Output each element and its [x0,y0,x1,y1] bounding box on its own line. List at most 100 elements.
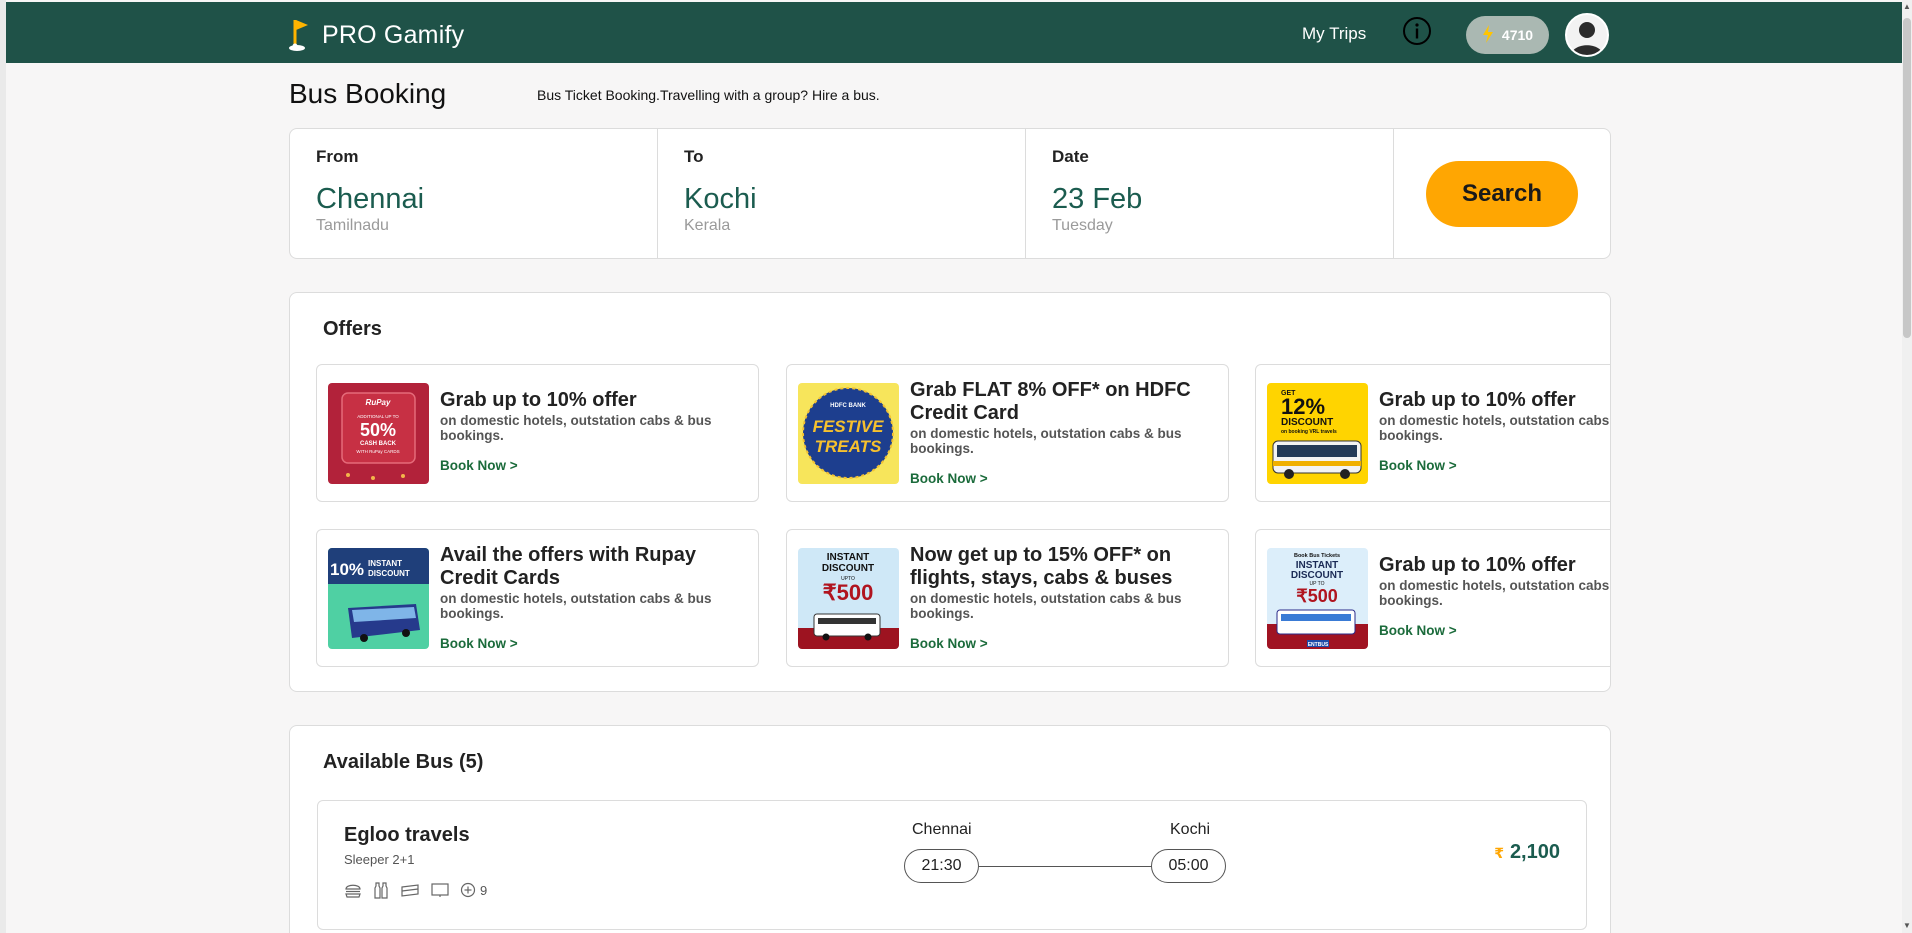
bus-type: Sleeper 2+1 [344,852,415,867]
more-amenities-count: 9 [480,882,488,898]
bus-card[interactable]: Egloo travels Sleeper 2+1 9 Chennai Koch… [317,800,1587,930]
offer-card[interactable]: GET 12% DISCOUNT on booking VRL travels … [1255,364,1610,502]
offer-image-instant-500: INSTANT DISCOUNT UPTO ₹500 [798,548,899,649]
screen-icon [430,881,450,899]
svg-text:WITH RuPay CARDS: WITH RuPay CARDS [356,449,399,454]
svg-text:DISCOUNT: DISCOUNT [1291,570,1343,581]
amenities: 9 [344,881,487,899]
book-now-link[interactable]: Book Now > [440,458,758,473]
svg-text:50%: 50% [360,420,396,440]
from-field[interactable]: From Chennai Tamilnadu [290,129,658,258]
available-bus-title: Available Bus (5) [323,751,484,773]
offer-title: Now get up to 15% OFF* on flights, stays… [910,544,1173,589]
svg-text:DISCOUNT: DISCOUNT [822,563,874,574]
route-line [979,866,1153,867]
book-now-link[interactable]: Book Now > [910,636,1228,651]
blanket-icon [400,881,420,899]
offer-body: Now get up to 15% OFF* on flights, stays… [910,544,1228,651]
scroll-down-arrow-icon[interactable]: ▼ [1903,921,1911,931]
scroll-thumb[interactable] [1903,18,1911,338]
offer-title: Grab up to 10% offer [440,389,637,411]
offer-body: Avail the offers with Rupay Credit Cards… [440,544,758,651]
svg-text:HDFC BANK: HDFC BANK [830,403,866,409]
fare: ₹ 2,100 [1494,841,1560,864]
arrival-time: 05:00 [1151,849,1226,883]
offer-image-vrl-discount: GET 12% DISCOUNT on booking VRL travels [1267,383,1368,484]
svg-text:ENTBUS: ENTBUS [1308,642,1329,648]
svg-text:₹500: ₹500 [1296,586,1337,606]
svg-text:CASH BACK: CASH BACK [360,441,397,447]
date-value: 23 Feb [1052,183,1143,215]
offer-body: Grab up to 10% offer on domestic hotels,… [1379,389,1610,473]
offer-title: Avail the offers with Rupay Credit Cards [440,544,696,589]
user-avatar[interactable] [1565,13,1609,57]
user-avatar-icon [1567,15,1607,55]
svg-text:INSTANT: INSTANT [368,559,402,568]
svg-text:12%: 12% [1281,394,1325,419]
departure-time: 21:30 [904,849,979,883]
svg-text:ADDITIONAL UP TO: ADDITIONAL UP TO [357,414,399,419]
departure-city: Chennai [912,821,972,838]
arrival-city: Kochi [1170,821,1211,838]
lightning-icon [1482,24,1494,46]
offer-body: Grab up to 10% offer on domestic hotels,… [1379,554,1610,638]
offer-image-rupay-instant: 10% INSTANT DISCOUNT [328,548,429,649]
offer-image-rupay-cashback: RuPay ADDITIONAL UP TO 50% CASH BACK WIT… [328,383,429,484]
to-field[interactable]: To Kochi Kerala [658,129,1026,258]
offer-title: Grab up to 10% offer [1379,554,1576,576]
info-icon[interactable] [1402,16,1432,46]
offer-description: on domestic hotels, outstation cabs & bu… [910,591,1182,621]
page-scrollbar[interactable]: ▲ ▼ [1902,0,1912,933]
svg-text:INSTANT: INSTANT [827,552,870,563]
offer-image-entbus: Book Bus Tickets INSTANT DISCOUNT UP TO … [1267,548,1368,649]
offer-title: Grab FLAT 8% OFF* on HDFC Credit Card [910,379,1191,424]
date-weekday: Tuesday [1052,217,1113,234]
to-label: To [684,147,704,166]
bottles-icon [372,881,390,899]
offer-card[interactable]: HDFC BANK FESTIVE TREATS Grab FLAT 8% OF… [786,364,1229,502]
offer-card[interactable]: Book Bus Tickets INSTANT DISCOUNT UP TO … [1255,529,1610,667]
book-now-link[interactable]: Book Now > [440,636,758,651]
offers-panel: Offers RuPay ADDITIONAL UP TO 50% CASH B… [289,292,1611,692]
fare-value: 2,100 [1509,841,1560,863]
rupee-icon: ₹ [1494,845,1504,861]
to-city: Kochi [684,183,757,215]
bus-operator-name: Egloo travels [344,824,470,846]
page-subtitle: Bus Ticket Booking.Travelling with a gro… [537,87,880,103]
brand[interactable]: PRO Gamify [288,17,464,53]
offer-card[interactable]: INSTANT DISCOUNT UPTO ₹500 Now get up to… [786,529,1229,667]
top-bar: PRO Gamify My Trips 4710 [6,2,1902,63]
book-now-link[interactable]: Book Now > [1379,458,1610,473]
from-label: From [316,147,359,166]
offer-description: on domestic hotels, outstation cabs & bu… [1379,578,1610,608]
offer-description: on domestic hotels, outstation cabs & bu… [910,426,1182,456]
search-button[interactable]: Search [1426,161,1578,227]
svg-text:TREATS: TREATS [815,437,882,456]
page: PRO Gamify My Trips 4710 Bus Booking Bus… [6,0,1902,933]
svg-text:Book Bus Tickets: Book Bus Tickets [1294,553,1340,559]
book-now-link[interactable]: Book Now > [910,471,1228,486]
to-state: Kerala [684,217,731,234]
offer-description: on domestic hotels, outstation cabs & bu… [1379,413,1610,443]
svg-text:DISCOUNT: DISCOUNT [1281,417,1333,428]
date-label: Date [1052,147,1089,166]
from-city: Chennai [316,183,425,215]
scroll-up-arrow-icon[interactable]: ▲ [1903,2,1911,12]
more-amenities-icon[interactable] [460,882,476,898]
offer-body: Grab FLAT 8% OFF* on HDFC Credit Card on… [910,379,1228,486]
available-bus-panel: Available Bus (5) Egloo travels Sleeper … [289,725,1611,933]
from-state: Tamilnadu [316,217,389,234]
offer-card[interactable]: 10% INSTANT DISCOUNT Avail the offers wi… [316,529,759,667]
svg-text:on booking VRL travels: on booking VRL travels [1281,429,1337,435]
offer-body: Grab up to 10% offer on domestic hotels,… [440,389,758,473]
svg-text:10%: 10% [330,560,364,579]
points-badge[interactable]: 4710 [1466,16,1549,54]
book-now-link[interactable]: Book Now > [1379,623,1610,638]
page-title: Bus Booking [289,78,447,109]
offer-image-hdfc-festive: HDFC BANK FESTIVE TREATS [798,383,899,484]
burger-icon [344,881,362,899]
date-field[interactable]: Date 23 Feb Tuesday [1026,129,1394,258]
golf-flag-icon [288,17,310,53]
nav-my-trips-link[interactable]: My Trips [1302,24,1366,44]
offer-card[interactable]: RuPay ADDITIONAL UP TO 50% CASH BACK WIT… [316,364,759,502]
